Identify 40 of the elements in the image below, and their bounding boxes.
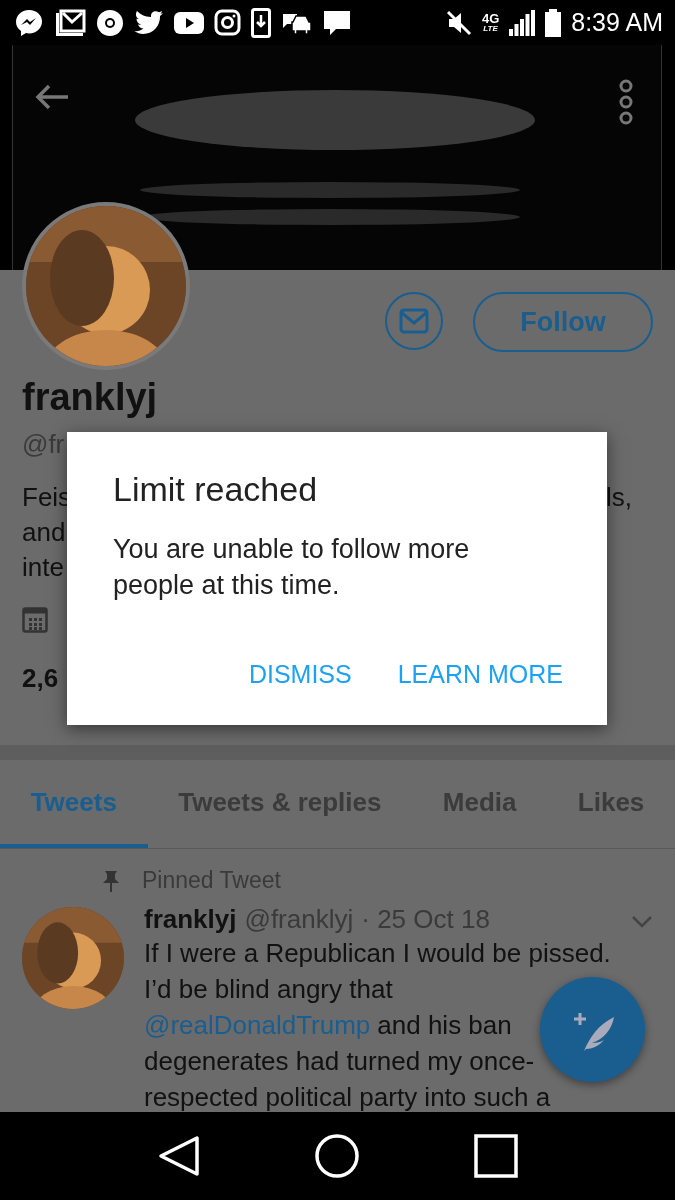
calendar-icon <box>22 607 48 633</box>
camera-icon <box>214 9 241 36</box>
envelope-icon <box>399 308 429 334</box>
dialog-button[interactable]: LEARN MORE <box>397 660 563 689</box>
dialog-title: Limit reached <box>113 470 319 509</box>
follow-count: 2,6 <box>22 663 59 694</box>
mail-icon <box>54 8 86 37</box>
network-label: 4G <box>481 12 500 25</box>
compose-button[interactable] <box>540 977 645 1082</box>
back-arrow-icon[interactable] <box>34 83 70 111</box>
profile-name: franklyj <box>22 376 159 419</box>
play-icon <box>174 11 204 34</box>
tweet-text: degenerates had turned my once- <box>144 1045 535 1078</box>
dialog-button[interactable]: DISMISS <box>248 660 352 689</box>
profile-tab[interactable]: Tweets <box>0 760 148 848</box>
message-icon <box>323 8 351 37</box>
signal-icon <box>509 9 536 36</box>
download-icon <box>251 7 271 38</box>
battery-icon <box>545 8 562 37</box>
recents-icon[interactable] <box>472 1133 519 1179</box>
network-sub-label: LTE <box>483 25 498 33</box>
bio-text: ls, <box>606 482 632 513</box>
bio-text: inte <box>22 552 64 583</box>
pin-icon <box>102 869 120 892</box>
mention-link[interactable]: @realDonaldTrump <box>144 1007 371 1043</box>
author-name: franklyj <box>144 904 237 935</box>
mute-icon <box>445 9 472 36</box>
browser-icon <box>96 8 124 37</box>
home-icon[interactable] <box>313 1133 360 1179</box>
tweet-text: and his ban <box>377 1009 512 1042</box>
bio-text: and <box>22 517 66 548</box>
back-icon[interactable] <box>156 1134 201 1178</box>
dialog-message: You are unable to follow more people at this time. <box>113 533 471 602</box>
bird-icon <box>134 9 164 36</box>
tweet-text: respected political party into such a <box>144 1081 551 1112</box>
tweet-text: I’d be blind angry that <box>144 973 393 1006</box>
clock-time: 8:39 AM <box>571 8 663 37</box>
tweet-text: If I were a Republican I would be pissed. <box>144 937 611 970</box>
follow-button[interactable]: Follow <box>473 292 653 352</box>
messenger-icon <box>14 7 44 38</box>
